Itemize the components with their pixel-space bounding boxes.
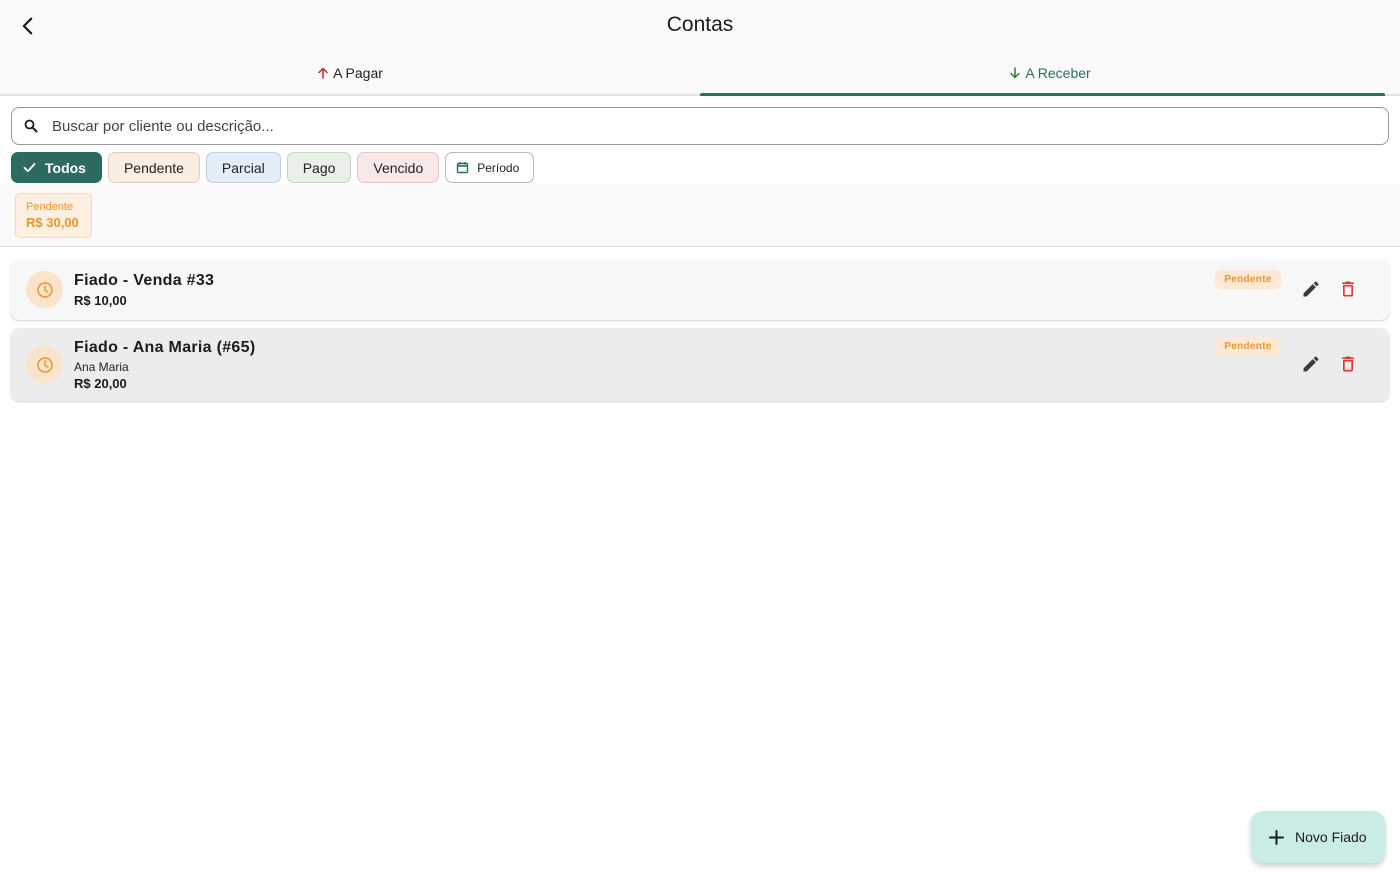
search-box[interactable] (11, 107, 1389, 145)
clock-icon (26, 271, 63, 308)
summary-area: Pendente R$ 30,00 (0, 184, 1400, 247)
chip-label: Período (477, 160, 520, 175)
tab-label: A Pagar (333, 65, 383, 81)
search-input[interactable] (52, 117, 1252, 135)
arrow-down-icon (1010, 67, 1021, 79)
clock-icon (26, 346, 63, 383)
list-item[interactable]: Fiado - Ana Maria (#65) Ana Maria R$ 20,… (11, 328, 1389, 401)
filter-chip-vencido[interactable]: Vencido (357, 152, 440, 183)
item-value: R$ 10,00 (74, 293, 127, 308)
edit-button[interactable] (1296, 274, 1326, 304)
filter-chip-todos[interactable]: Todos (11, 152, 102, 183)
tab-a-receber[interactable]: A Receber (700, 52, 1400, 96)
fab-label: Novo Fiado (1295, 829, 1367, 845)
trash-icon (1342, 356, 1354, 372)
chip-label: Vencido (373, 159, 424, 176)
filter-chips: Todos Pendente Parcial Pago Vencido Perí… (11, 152, 535, 184)
status-badge: Pendente (1215, 270, 1281, 289)
chip-label: Parcial (221, 159, 265, 176)
item-title: Fiado - Ana Maria (#65) (74, 339, 256, 356)
summary-label: Pendente (26, 201, 74, 213)
trash-icon (1342, 281, 1354, 297)
filter-chip-pago[interactable]: Pago (286, 152, 352, 183)
chip-label: Pago (302, 159, 336, 176)
delete-button[interactable] (1333, 274, 1363, 304)
item-value: R$ 20,00 (74, 376, 127, 391)
filter-chip-parcial[interactable]: Parcial (205, 152, 281, 183)
plus-icon (1269, 829, 1284, 845)
chip-label: Todos (45, 159, 86, 176)
app-bar: Contas (0, 0, 1400, 52)
pencil-icon (1303, 356, 1319, 372)
filter-chip-pendente[interactable]: Pendente (107, 152, 200, 183)
delete-button[interactable] (1333, 349, 1363, 379)
search-icon (24, 119, 38, 133)
chip-label: Pendente (123, 159, 184, 176)
summary-card-pendente: Pendente R$ 30,00 (15, 193, 92, 238)
list-item[interactable]: Fiado - Venda #33 R$ 10,00 Pendente (11, 260, 1389, 320)
filter-chip-periodo[interactable]: Período (445, 152, 535, 183)
page-title: Contas (666, 13, 734, 36)
check-icon (23, 163, 36, 173)
tab-bar: A Pagar A Receber (0, 52, 1400, 96)
status-badge: Pendente (1215, 337, 1281, 356)
item-client: Ana Maria (74, 360, 129, 374)
arrow-up-icon (318, 67, 328, 79)
tab-a-pagar[interactable]: A Pagar (0, 52, 700, 94)
edit-button[interactable] (1296, 349, 1326, 379)
tab-label: A Receber (1025, 65, 1091, 81)
pencil-icon (1303, 281, 1319, 297)
new-fiado-button[interactable]: Novo Fiado (1251, 811, 1385, 863)
summary-value: R$ 30,00 (26, 215, 79, 230)
calendar-icon (457, 162, 469, 174)
item-title: Fiado - Venda #33 (74, 272, 215, 289)
